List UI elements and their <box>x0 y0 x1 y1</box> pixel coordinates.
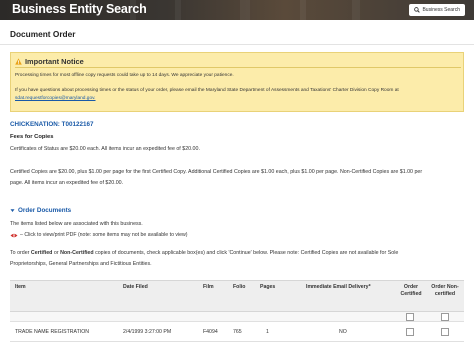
order-instructions-cont: Proprietorships, General Partnerships an… <box>10 261 152 267</box>
view-hint: – Click to view/print PDF (note: some it… <box>10 232 188 238</box>
page-title: Document Order <box>10 29 76 39</box>
fees-certified-text-cont: page. All items incur an expedited fee o… <box>10 180 124 186</box>
instr-or: or <box>52 250 61 256</box>
warning-icon <box>15 58 22 65</box>
order-certified-checkbox[interactable] <box>406 328 414 336</box>
instr-pre: To order <box>10 250 31 256</box>
fees-certificate-text: Certificates of Status are $20.00 each. … <box>10 146 200 152</box>
documents-table-header: Item Date Filed Film Folio Pages Immedia… <box>10 280 464 312</box>
col-date-filed: Date Filed <box>123 284 148 290</box>
notice-heading-text: Important Notice <box>25 57 84 66</box>
site-title[interactable]: Business Entity Search <box>12 2 147 16</box>
fees-certified-text: Certified Copies are $20.00, plus $1.00 … <box>10 169 423 175</box>
cell-email-delivery: NO <box>339 329 347 335</box>
order-instructions: To order Certified or Non-Certified copi… <box>10 250 398 256</box>
cell-folio: 765 <box>233 329 242 335</box>
cell-film: F4094 <box>203 329 218 335</box>
col-item: Item <box>15 284 26 290</box>
order-documents-intro: The items listed below are associated wi… <box>10 221 143 227</box>
col-order-noncertified: Order Non-certified <box>431 284 459 297</box>
col-order-certified: Order Certified <box>400 284 422 297</box>
notice-contact-text: If you have questions about processing t… <box>15 88 399 93</box>
notice-email-link[interactable]: sdat.requestforcopies@maryland.gov. <box>15 96 96 101</box>
order-documents-label: Order Documents <box>18 207 72 214</box>
col-film: Film <box>203 284 214 290</box>
order-documents-toggle[interactable]: Order Documents <box>10 207 71 214</box>
divider <box>0 44 474 45</box>
notice-heading: Important Notice <box>15 57 84 66</box>
business-search-button[interactable]: Business Search <box>409 4 465 16</box>
caret-down-icon <box>10 209 15 212</box>
important-notice-box: Important Notice Processing times for mo… <box>10 52 464 112</box>
col-pages: Pages <box>260 284 276 290</box>
check-number-link[interactable]: CHICKENATION: T00122167 <box>10 121 94 128</box>
header-background-decoration <box>300 0 306 20</box>
instr-post: copies of documents, check applicable bo… <box>93 250 399 256</box>
cell-date-filed: 2/4/1999 3:27:00 PM <box>123 329 172 335</box>
order-certified-checkbox-group[interactable] <box>406 313 414 321</box>
order-noncertified-checkbox[interactable] <box>441 328 449 336</box>
col-folio: Folio <box>233 284 246 290</box>
header-background-decoration <box>352 0 360 20</box>
header-background-decoration <box>240 0 250 20</box>
view-hint-text: – Click to view/print PDF (note: some it… <box>20 232 188 238</box>
business-search-label: Business Search <box>422 7 460 13</box>
cell-pages: 1 <box>266 329 269 335</box>
table-spacer-row <box>10 312 464 322</box>
header-background-decoration <box>175 0 181 20</box>
order-noncertified-checkbox-group[interactable] <box>441 313 449 321</box>
instr-noncertified: Non-Certified <box>60 250 94 256</box>
eye-icon <box>10 233 18 237</box>
fees-heading: Fees for Copies <box>10 134 54 140</box>
col-email-delivery: Immediate Email Delivery* <box>306 284 371 290</box>
notice-processing-text: Processing times for most offline copy r… <box>15 73 234 78</box>
notice-divider <box>15 67 461 68</box>
site-header: Business Entity Search Business Search <box>0 0 474 20</box>
instr-certified: Certified <box>30 250 53 256</box>
cell-item: TRADE NAME REGISTRATION <box>15 329 89 335</box>
table-row: TRADE NAME REGISTRATION 2/4/1999 3:27:00… <box>10 322 464 342</box>
search-icon <box>414 7 421 13</box>
